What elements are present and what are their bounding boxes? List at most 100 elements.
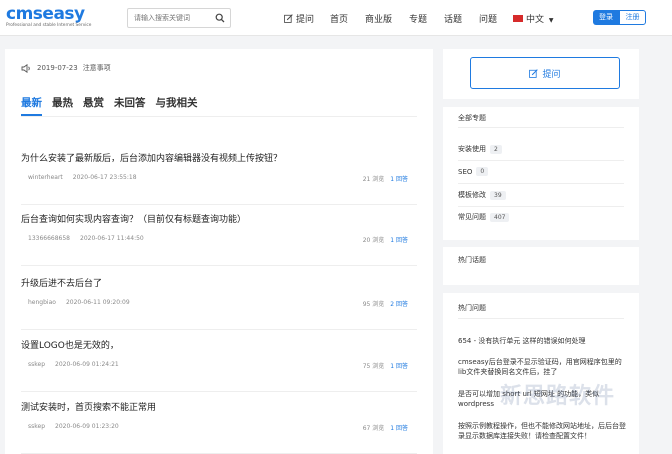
- question-views: 21 浏览: [362, 176, 385, 183]
- topic-item[interactable]: 安装使用 2: [458, 144, 502, 154]
- all-topics-card: 全部专题 安装使用 2 SEO 0 模板修改 39 常见问题 407: [443, 107, 639, 240]
- ask-button-label: 提问: [542, 69, 561, 80]
- question-item: 设置LOGO也是无效的， sskep 2020-06-09 01:24:21 75…: [21, 338, 417, 392]
- topic-count: 0: [476, 167, 489, 176]
- divider: [458, 318, 624, 319]
- topic-count: 407: [490, 212, 510, 222]
- topic-count: 2: [490, 144, 502, 154]
- hot-question-link[interactable]: 654 - 没有执行单元 这样的错误如何处理: [458, 336, 628, 346]
- question-item: 为什么安装了最新版后，后台添加内容编辑器没有视频上传按钮？ winterhear…: [21, 151, 417, 205]
- watermark: 新思路软件: [500, 384, 616, 409]
- hot-questions-title: 热门问题: [458, 304, 486, 312]
- question-views: 20 浏览: [362, 237, 385, 244]
- question-answers[interactable]: 1 回答: [390, 237, 408, 244]
- language-select[interactable]: 中文 ▼: [513, 12, 554, 25]
- question-title[interactable]: 为什么安装了最新版后，后台添加内容编辑器没有视频上传按钮？: [21, 151, 282, 164]
- question-user[interactable]: sskep: [28, 361, 45, 368]
- question-views: 67 浏览: [362, 425, 385, 432]
- question-title[interactable]: 测试安装时，首页搜索不能正常用: [21, 400, 156, 413]
- question-date: 2020-06-09 01:24:21: [55, 361, 119, 368]
- nav-ask-label: 提问: [296, 15, 315, 25]
- question-date: 2020-06-09 01:23:20: [55, 423, 119, 430]
- question-meta: sskep 2020-06-09 01:24:21: [28, 361, 119, 368]
- question-title[interactable]: 后台查询如何实现内容查询？（目前仅有标题查询功能）: [21, 212, 246, 225]
- hot-question-link[interactable]: cmseasy后台登录不显示验证码，用官网程序包里的lib文件夹替换同名文件后，…: [458, 357, 628, 377]
- question-meta: sskep 2020-06-09 01:23:20: [28, 423, 119, 430]
- nav-tags[interactable]: 话题: [444, 12, 462, 25]
- topic-name: 常见问题: [458, 213, 486, 221]
- question-user[interactable]: 13366668658: [28, 235, 70, 242]
- question-meta: hengbiao 2020-06-11 09:20:09: [28, 299, 130, 306]
- question-answers[interactable]: 1 回答: [390, 363, 408, 370]
- tab-unanswered[interactable]: 未回答: [114, 95, 146, 110]
- china-flag-icon: [513, 15, 523, 22]
- top-header: cmseasy Professional and stable Internet…: [0, 0, 672, 36]
- question-user[interactable]: sskep: [28, 423, 45, 430]
- question-date: 2020-06-11 09:20:09: [65, 299, 130, 306]
- tab-divider: [21, 116, 417, 117]
- logo-text: cmseasy: [6, 4, 85, 24]
- hot-topics-title: 热门话题: [458, 256, 486, 264]
- question-answers[interactable]: 2 回答: [390, 301, 408, 308]
- divider: [458, 127, 624, 128]
- question-item: 升级后进不去后台了 hengbiao 2020-06-11 09:20:09 95…: [21, 276, 417, 330]
- question-stats: 20 浏览 1 回答: [363, 235, 408, 244]
- topic-name: 模板修改: [458, 191, 486, 199]
- question-answers[interactable]: 1 回答: [390, 176, 408, 183]
- topic-count: 39: [490, 190, 506, 200]
- logo-tagline: Professional and stable Internet Service: [6, 23, 92, 28]
- question-title[interactable]: 升级后进不去后台了: [21, 276, 102, 289]
- hot-question-link[interactable]: 按照示例教程操作，但也不能修改网站地址，后后台登录显示数据库连接失败！请检查配置…: [458, 421, 628, 441]
- question-date: 2020-06-17 11:44:50: [80, 235, 144, 242]
- tab-bounty[interactable]: 悬赏: [83, 95, 104, 110]
- language-label: 中文: [526, 15, 545, 25]
- nav-ask[interactable]: 提问: [284, 12, 314, 25]
- question-meta: winterheart 2020-06-17 23:55:18: [28, 174, 137, 181]
- notice-bar[interactable]: 2019-07-23 注意事项: [21, 63, 111, 73]
- notice-date: 2019-07-23: [37, 64, 78, 72]
- nav-topics[interactable]: 专题: [409, 12, 427, 25]
- question-views: 95 浏览: [362, 301, 385, 308]
- login-button[interactable]: 登录: [593, 10, 619, 25]
- ask-card: 提问: [443, 49, 639, 99]
- question-item: 测试安装时，首页搜索不能正常用 sskep 2020-06-09 01:23:20…: [21, 400, 417, 454]
- nav-home[interactable]: 首页: [330, 12, 348, 25]
- all-topics-title: 全部专题: [458, 114, 486, 122]
- search-input[interactable]: [134, 11, 212, 25]
- question-tabs: 最新 最热 悬赏 未回答 与我相关: [21, 95, 198, 116]
- logo[interactable]: cmseasy Professional and stable Internet…: [6, 5, 124, 31]
- question-views: 75 浏览: [362, 363, 385, 370]
- hot-topics-card: 热门话题: [443, 247, 639, 285]
- divider: [458, 206, 624, 207]
- topic-name: SEO: [458, 167, 473, 176]
- tab-related-to-me[interactable]: 与我相关: [156, 95, 198, 110]
- edit-icon: [284, 14, 293, 23]
- hot-questions-card: 热门问题 654 - 没有执行单元 这样的错误如何处理 cmseasy后台登录不…: [443, 293, 639, 454]
- nav-commercial[interactable]: 商业版: [365, 12, 392, 25]
- question-meta: 13366668658 2020-06-17 11:44:50: [28, 235, 144, 242]
- question-stats: 21 浏览 1 回答: [363, 174, 408, 183]
- search-box: [127, 8, 231, 28]
- question-date: 2020-06-17 23:55:18: [72, 174, 137, 181]
- tab-latest[interactable]: 最新: [21, 95, 42, 116]
- topic-item[interactable]: 常见问题 407: [458, 212, 510, 222]
- chevron-down-icon: ▼: [548, 17, 554, 24]
- notice-text: 注意事项: [82, 64, 111, 72]
- question-title[interactable]: 设置LOGO也是无效的，: [21, 338, 119, 351]
- question-user[interactable]: winterheart: [28, 174, 63, 181]
- register-button[interactable]: 注册: [619, 10, 646, 25]
- topic-item[interactable]: SEO 0: [458, 167, 489, 176]
- search-icon[interactable]: [215, 13, 225, 23]
- question-answers[interactable]: 1 回答: [390, 425, 408, 432]
- divider: [458, 160, 624, 161]
- topic-name: 安装使用: [458, 145, 486, 153]
- divider: [458, 183, 624, 184]
- tab-hottest[interactable]: 最热: [52, 95, 73, 110]
- edit-icon: [529, 68, 539, 78]
- nav-questions[interactable]: 问题: [479, 12, 497, 25]
- ask-question-button[interactable]: 提问: [470, 57, 620, 89]
- topic-item[interactable]: 模板修改 39: [458, 190, 506, 200]
- question-stats: 75 浏览 1 回答: [363, 361, 408, 370]
- question-user[interactable]: hengbiao: [28, 299, 56, 306]
- speaker-icon: [21, 63, 30, 73]
